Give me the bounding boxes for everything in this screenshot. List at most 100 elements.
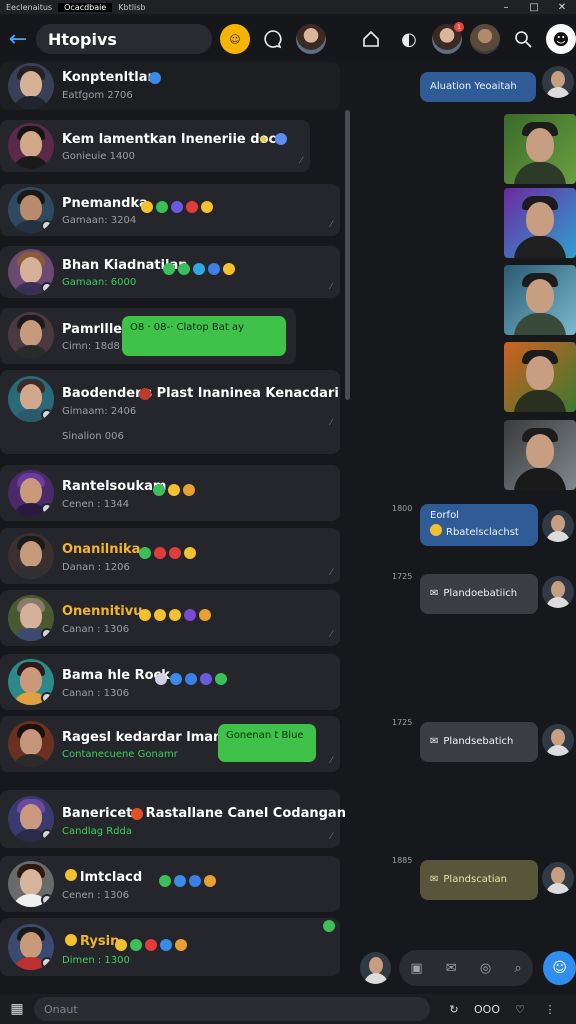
- chat-preview: Gamaan: 6000: [62, 277, 137, 288]
- smile-icon: [65, 869, 77, 881]
- contact-avatar[interactable]: [296, 24, 326, 54]
- chat-preview: Cimn: 18d8: [62, 341, 120, 352]
- chat-row[interactable]: Banericeta Rastallane Canel Codangan Can…: [0, 790, 346, 848]
- chat-preview: Gonieuie 1400: [62, 151, 136, 162]
- close-button[interactable]: ✕: [548, 2, 576, 13]
- chat-row[interactable]: Bama hle Rock Canan : 1306: [0, 654, 340, 710]
- chat-name: Onennitivu: [62, 604, 143, 619]
- notification-badge: 1: [454, 22, 464, 32]
- bottom-bar: ▦ Onaut ↻ OOO ♡ ⋮: [0, 994, 576, 1024]
- grid-icon[interactable]: ▦: [0, 1001, 34, 1017]
- message-text: Rbatelsclachst: [430, 524, 528, 538]
- chat-row[interactable]: Konptenltlan Eatfgom 2706: [0, 62, 340, 110]
- chat-row[interactable]: Kem lamentkan lneneriie doca ★ Gonieuie …: [0, 120, 310, 172]
- shared-photo[interactable]: [504, 342, 576, 412]
- message-time: 1725: [392, 572, 413, 581]
- chat-row[interactable]: Pamrlller Cimn: 18d8 O8 · 08-· Clatop Ba…: [0, 308, 296, 364]
- read-check-icon: ⁄: [330, 418, 332, 428]
- chat-row[interactable]: Rantelsoukam Cenen : 1344: [0, 465, 340, 521]
- chat-name: Konptenltlan: [62, 70, 157, 85]
- chat-row[interactable]: Onennitivu Canan : 1306 ⁄: [0, 590, 340, 646]
- message-text: Eorfol: [430, 510, 459, 521]
- message-bubble[interactable]: Gonenan t Blue: [218, 724, 316, 762]
- avatar: [8, 312, 54, 358]
- chat-preview: Danan : 1206: [62, 562, 130, 573]
- arrow-left-icon[interactable]: ←: [0, 27, 36, 52]
- avatar: [8, 187, 54, 233]
- message-bubble[interactable]: ✉ Plandscatian: [420, 860, 538, 900]
- avatar: [8, 796, 54, 842]
- os-tab-1[interactable]: Eeclenaitus: [0, 3, 58, 12]
- chat-preview: Contanecuene Gonamr: [62, 749, 178, 760]
- compose-button[interactable]: ☺: [543, 951, 576, 985]
- avatar: [8, 63, 54, 109]
- chat-row[interactable]: Ragesl kedardar lman Contanecuene Gonamr…: [0, 716, 340, 772]
- avatar: [8, 249, 54, 295]
- settings-icon[interactable]: ◎: [480, 961, 491, 976]
- moon-icon[interactable]: ◐: [394, 24, 424, 54]
- chat-row[interactable]: lmtclacd Cenen : 1306: [0, 856, 340, 912]
- chat-preview: Dimen : 1300: [62, 955, 130, 966]
- profile-avatar[interactable]: [470, 24, 500, 54]
- avatar: [8, 861, 54, 907]
- shared-photo[interactable]: [504, 420, 576, 490]
- avatar: [8, 595, 54, 641]
- chat-preview: Canan : 1306: [62, 688, 130, 699]
- chat-name: Ragesl kedardar lman: [62, 730, 223, 745]
- os-tab-2[interactable]: Ocacdbaie: [58, 2, 113, 12]
- sender-avatar: [542, 576, 574, 608]
- conversation-toolbar: ▣ ✉ ◎ ⌕ ☺: [352, 946, 576, 990]
- shared-photo[interactable]: [504, 188, 576, 258]
- message-input[interactable]: Onaut: [34, 997, 430, 1021]
- chat-row[interactable]: Rysin Dimen : 1300: [0, 918, 340, 976]
- action-pill: ▣ ✉ ◎ ⌕: [398, 950, 534, 986]
- mail-icon[interactable]: ✉: [446, 961, 457, 976]
- avatar: [8, 659, 54, 705]
- heart-icon[interactable]: ♡: [508, 1003, 532, 1016]
- message-bubble[interactable]: Eorfol Rbatelsclachst: [420, 504, 538, 546]
- read-check-icon: ⁄: [330, 756, 332, 766]
- my-avatar[interactable]: [360, 952, 391, 984]
- chat-list-scrollbar[interactable]: [345, 110, 350, 400]
- message-bubble[interactable]: O8 · 08-· Clatop Bat ay: [122, 316, 286, 356]
- shared-photo[interactable]: [504, 265, 576, 335]
- chat-row[interactable]: Baodendens Plast lnaninea Kenacdari Gima…: [0, 370, 340, 454]
- emoji-icon[interactable]: ☺: [220, 24, 250, 54]
- chat-bubble-icon[interactable]: [258, 24, 288, 54]
- shared-photo[interactable]: [504, 114, 576, 184]
- emoji-reactions: [136, 605, 211, 624]
- app-header: ← Htopivs ☺ ◐ 1 ☻: [0, 16, 576, 62]
- chat-row[interactable]: Bhan Kiadnatilan Gamaan: 6000 ⁄: [0, 246, 340, 298]
- menu-icon[interactable]: ⋮: [538, 1003, 562, 1016]
- chat-name: Onanilnika: [62, 542, 141, 557]
- emoji-reactions: [138, 197, 213, 216]
- user-menu-button[interactable]: ☻: [546, 24, 576, 54]
- mail-icon: ✉: [430, 736, 439, 747]
- emoji-reactions: [150, 480, 195, 499]
- search-icon[interactable]: [508, 24, 538, 54]
- chat-row[interactable]: Onanilnika Danan : 1206 ⁄: [0, 528, 340, 584]
- message-bubble[interactable]: ✉ Plandsebatich: [420, 722, 538, 762]
- message-time: 1800: [392, 504, 413, 513]
- chat-title[interactable]: Htopivs: [36, 24, 212, 54]
- minimize-button[interactable]: –: [492, 2, 520, 13]
- chat-list: Konptenltlan Eatfgom 2706 Kem lamentkan …: [0, 62, 346, 988]
- os-tab-3[interactable]: Kbtlisb: [112, 3, 151, 12]
- maximize-button[interactable]: □: [520, 2, 548, 13]
- camera-icon[interactable]: ▣: [410, 961, 422, 976]
- chat-name: lmtclacd: [80, 870, 143, 885]
- globe-icon: [275, 133, 287, 145]
- refresh-icon[interactable]: ↻: [442, 1003, 466, 1016]
- chat-name: Pnemandka: [62, 196, 148, 211]
- chat-row[interactable]: Pnemandka Gamaan: 3204 ⁄: [0, 184, 340, 236]
- message-bubble[interactable]: ✉ Plandoebatiich: [420, 574, 538, 614]
- sender-avatar: [542, 724, 574, 756]
- chat-preview: Candlag Rdda: [62, 826, 132, 837]
- message-bubble[interactable]: Aluation Yeoaitah: [420, 72, 536, 102]
- chat-name: Banericeta Rastallane Canel Codangan: [62, 806, 346, 821]
- chat-preview: Canan : 1306: [62, 624, 130, 635]
- home-icon[interactable]: [356, 24, 386, 54]
- notification-avatar[interactable]: 1: [432, 22, 464, 54]
- search-icon[interactable]: ⌕: [514, 961, 521, 976]
- read-check-icon: ⁄: [330, 630, 332, 640]
